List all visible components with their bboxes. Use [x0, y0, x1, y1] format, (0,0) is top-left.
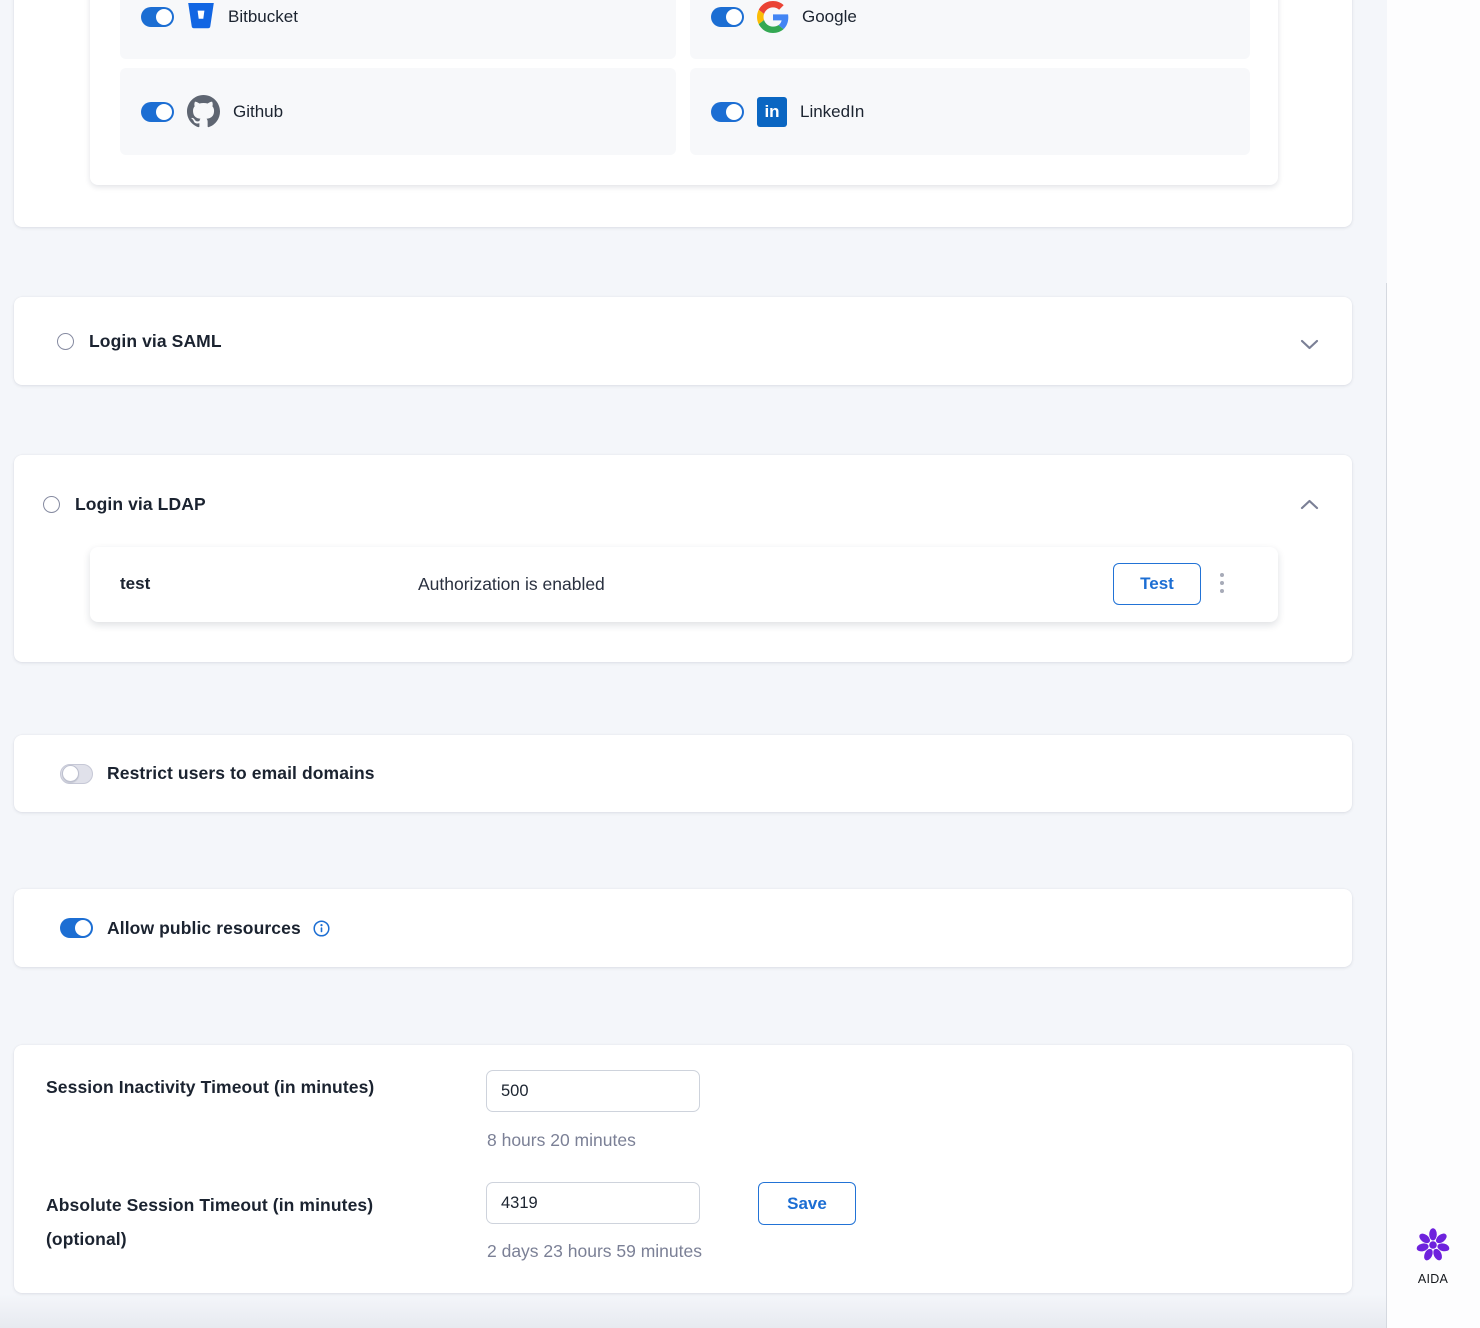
linkedin-icon: in: [757, 97, 787, 127]
save-button[interactable]: Save: [758, 1182, 856, 1225]
ldap-server-name: test: [120, 574, 150, 594]
vertical-divider: [1386, 283, 1387, 1328]
inactivity-timeout-label: Session Inactivity Timeout (in minutes): [46, 1077, 374, 1098]
bottom-scroll-fade: [0, 1294, 1386, 1328]
info-icon[interactable]: [313, 920, 330, 937]
google-toggle[interactable]: [711, 7, 744, 27]
absolute-timeout-label-optional: (optional): [46, 1229, 127, 1249]
linkedin-toggle[interactable]: [711, 102, 744, 122]
absolute-timeout-hint: 2 days 23 hours 59 minutes: [487, 1241, 702, 1262]
restrict-domains-section: Restrict users to email domains: [14, 735, 1352, 812]
saml-section: Login via SAML: [14, 297, 1352, 385]
session-timeout-section: Session Inactivity Timeout (in minutes) …: [14, 1045, 1352, 1293]
ldap-server-status: Authorization is enabled: [418, 574, 605, 595]
restrict-domains-heading: Restrict users to email domains: [107, 763, 375, 784]
provider-label: Github: [233, 102, 283, 122]
provider-tile-bitbucket: Bitbucket: [120, 0, 676, 59]
chevron-up-icon[interactable]: [1300, 497, 1319, 515]
absolute-timeout-input[interactable]: [486, 1182, 700, 1224]
bitbucket-icon: [187, 3, 215, 30]
kebab-menu-icon[interactable]: [1220, 573, 1224, 593]
bitbucket-toggle[interactable]: [141, 7, 174, 27]
aida-label: AIDA: [1402, 1272, 1464, 1286]
chevron-down-icon[interactable]: [1300, 337, 1319, 355]
provider-label: LinkedIn: [800, 102, 864, 122]
ldap-test-button[interactable]: Test: [1113, 563, 1201, 605]
provider-label: Bitbucket: [228, 7, 298, 27]
google-icon: [757, 1, 789, 33]
saml-heading: Login via SAML: [89, 331, 222, 352]
ldap-server-row: test Authorization is enabled Test: [90, 547, 1278, 622]
github-toggle[interactable]: [141, 102, 174, 122]
inactivity-timeout-hint: 8 hours 20 minutes: [487, 1130, 636, 1151]
absolute-timeout-label: Absolute Session Timeout (in minutes) (o…: [46, 1188, 446, 1256]
public-resources-section: Allow public resources: [14, 889, 1352, 967]
right-side-panel: [1387, 0, 1480, 1328]
aida-flower-icon: [1414, 1226, 1452, 1269]
github-icon: [187, 95, 220, 128]
provider-label: Google: [802, 7, 857, 27]
inactivity-timeout-input[interactable]: [486, 1070, 700, 1112]
provider-tile-github: Github: [120, 68, 676, 155]
ldap-radio[interactable]: [43, 496, 60, 513]
provider-tile-google: Google: [690, 0, 1250, 59]
restrict-domains-toggle[interactable]: [60, 764, 93, 784]
provider-tile-linkedin: in LinkedIn: [690, 68, 1250, 155]
public-resources-heading: Allow public resources: [107, 918, 301, 939]
saml-radio[interactable]: [57, 333, 74, 350]
aida-widget[interactable]: AIDA: [1402, 1226, 1464, 1286]
public-resources-toggle[interactable]: [60, 918, 93, 938]
ldap-heading: Login via LDAP: [75, 494, 206, 515]
